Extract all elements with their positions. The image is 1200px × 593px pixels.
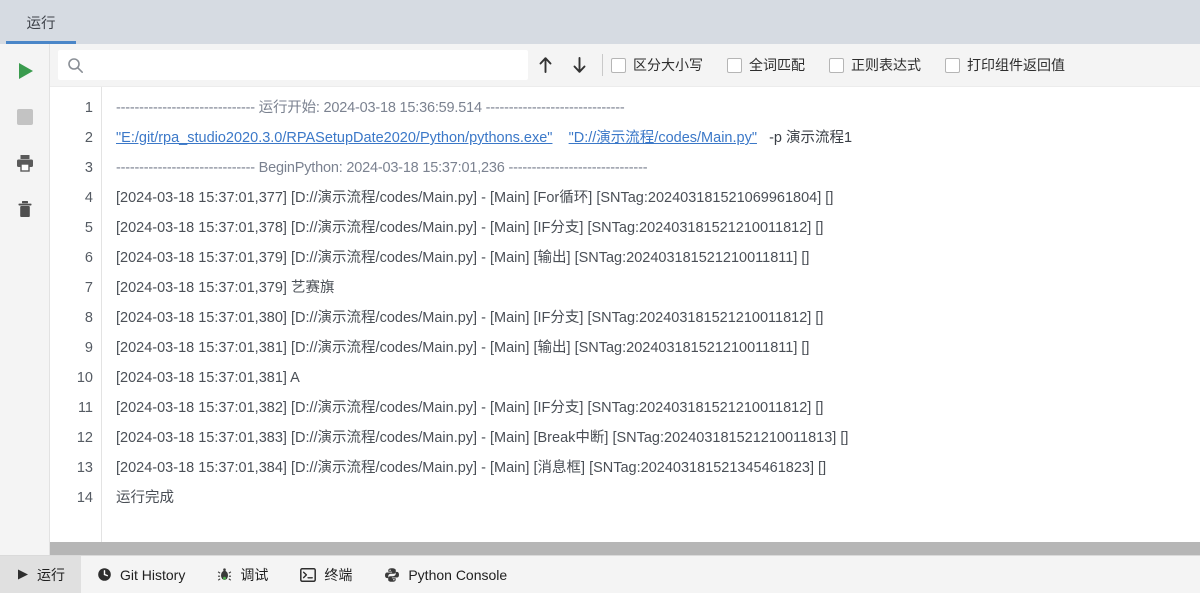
log-line: ------------------------------ BeginPyth… (116, 160, 648, 176)
top-tab-strip: 运行 (0, 0, 1200, 44)
line-number: 6 (84, 250, 93, 266)
stop-icon (16, 108, 34, 126)
whole-words-checkbox[interactable] (727, 57, 742, 73)
bottom-tool-window-bar: 运行 Git History 调试 终端 Python Console (0, 555, 1200, 593)
match-case-option[interactable]: 区分大小写 (611, 55, 703, 75)
tab-run-label: 运行 (26, 15, 56, 32)
line-number: 1 (84, 100, 93, 116)
whole-words-option[interactable]: 全词匹配 (727, 55, 805, 75)
regex-checkbox[interactable] (829, 57, 844, 73)
line-number: 13 (76, 460, 93, 476)
log-line-command: "E:/git/rpa_studio2020.3.0/RPASetupDate2… (116, 123, 1200, 153)
bottom-tab-run-label: 运行 (37, 566, 65, 583)
find-next-button[interactable] (562, 49, 596, 81)
console-lines: ------------------------------ 运行开始: 202… (102, 87, 1200, 542)
bottom-tab-python-console-label: Python Console (408, 566, 508, 583)
log-line: [2024-03-18 15:37:01,382] [D://演示流程/code… (116, 400, 824, 416)
log-line: [2024-03-18 15:37:01,384] [D://演示流程/code… (116, 460, 827, 476)
line-number: 11 (77, 400, 93, 416)
regex-option[interactable]: 正则表达式 (829, 55, 921, 75)
print-button[interactable] (8, 148, 42, 178)
main-py-link[interactable]: "D://演示流程/codes/Main.py" (569, 130, 757, 146)
log-line: [2024-03-18 15:37:01,383] [D://演示流程/code… (116, 430, 849, 446)
action-rail (0, 44, 50, 555)
search-toolbar: 区分大小写 全词匹配 正则表达式 打印组件返回值 (50, 44, 1200, 86)
print-icon (15, 153, 35, 173)
bottom-tab-python-console[interactable]: Python Console (368, 556, 523, 593)
console-scroll-view[interactable]: 1 2 3 4 5 6 7 8 9 10 11 12 13 14 -------… (50, 87, 1200, 542)
match-case-checkbox[interactable] (611, 57, 626, 73)
stop-button[interactable] (8, 102, 42, 132)
console-column: 区分大小写 全词匹配 正则表达式 打印组件返回值 1 2 3 4 5 6 7 8… (50, 44, 1200, 555)
run-triangle-icon (16, 568, 29, 581)
line-number: 4 (84, 190, 93, 206)
line-number: 2 (84, 130, 93, 146)
line-number: 8 (84, 310, 93, 326)
clock-icon (97, 567, 112, 582)
log-line: [2024-03-18 15:37:01,381] A (116, 370, 300, 386)
log-line: [2024-03-18 15:37:01,380] [D://演示流程/code… (116, 310, 824, 326)
search-box[interactable] (58, 50, 528, 80)
line-number: 14 (76, 490, 93, 506)
line-number: 5 (84, 220, 93, 236)
search-input[interactable] (91, 57, 519, 73)
python-exe-link[interactable]: "E:/git/rpa_studio2020.3.0/RPASetupDate2… (116, 130, 552, 146)
print-return-value-label: 打印组件返回值 (967, 57, 1065, 73)
log-line: ------------------------------ 运行开始: 202… (116, 100, 625, 116)
print-return-value-checkbox[interactable] (945, 57, 960, 73)
bottom-tab-debug-label: 调试 (240, 566, 269, 583)
log-line: [2024-03-18 15:37:01,379] 艺赛旗 (116, 280, 335, 296)
bottom-tab-debug[interactable]: 调试 (201, 556, 284, 593)
line-number: 10 (76, 370, 93, 386)
bug-icon (217, 567, 232, 582)
python-icon (384, 567, 400, 583)
log-line: 运行完成 (116, 490, 174, 506)
run-icon (15, 61, 35, 81)
find-previous-button[interactable] (528, 49, 562, 81)
window-body: 区分大小写 全词匹配 正则表达式 打印组件返回值 1 2 3 4 5 6 7 8… (0, 44, 1200, 555)
regex-label: 正则表达式 (851, 57, 921, 73)
run-button[interactable] (8, 56, 42, 86)
bottom-tab-run[interactable]: 运行 (0, 556, 81, 593)
bottom-tab-terminal[interactable]: 终端 (284, 556, 368, 593)
whole-words-label: 全词匹配 (749, 57, 805, 73)
console-output-area: 1 2 3 4 5 6 7 8 9 10 11 12 13 14 -------… (50, 86, 1200, 555)
log-line: [2024-03-18 15:37:01,379] [D://演示流程/code… (116, 250, 810, 266)
trash-icon (15, 199, 35, 219)
search-icon (67, 57, 84, 74)
line-number-gutter: 1 2 3 4 5 6 7 8 9 10 11 12 13 14 (50, 87, 102, 542)
line-number: 9 (84, 340, 93, 356)
log-line: [2024-03-18 15:37:01,378] [D://演示流程/code… (116, 220, 824, 236)
log-line: [2024-03-18 15:37:01,381] [D://演示流程/code… (116, 340, 810, 356)
line-number: 7 (84, 280, 93, 296)
tab-run[interactable]: 运行 (6, 0, 76, 44)
command-args: -p 演示流程1 (769, 130, 853, 146)
line-number: 12 (76, 430, 93, 446)
run-console-window: 运行 区分大小写 全词匹配 正则表达式 打印组件返回值 1 2 3 4 5 6 … (0, 0, 1200, 593)
print-return-value-option[interactable]: 打印组件返回值 (945, 55, 1065, 75)
terminal-icon (300, 567, 317, 582)
horizontal-scrollbar[interactable] (50, 542, 1200, 555)
line-number: 3 (84, 160, 93, 176)
toolbar-divider (602, 54, 603, 76)
log-line: [2024-03-18 15:37:01,377] [D://演示流程/code… (116, 190, 834, 206)
bottom-tab-git-history[interactable]: Git History (81, 556, 201, 593)
match-case-label: 区分大小写 (633, 57, 703, 73)
clear-button[interactable] (8, 194, 42, 224)
bottom-tab-terminal-label: 终端 (324, 566, 353, 583)
bottom-tab-git-history-label: Git History (120, 566, 186, 583)
